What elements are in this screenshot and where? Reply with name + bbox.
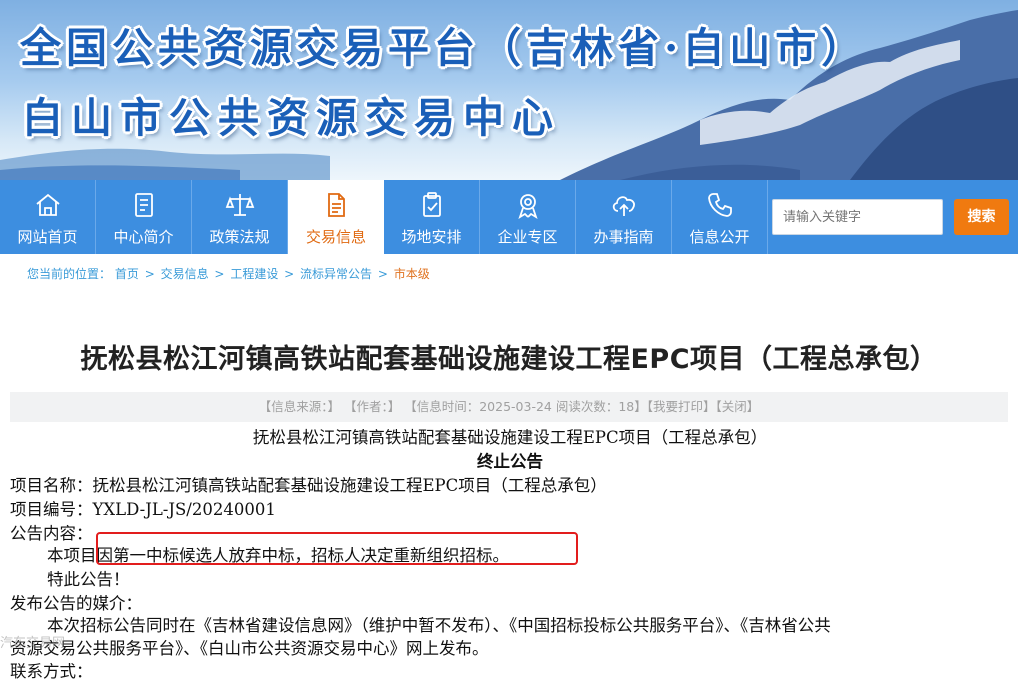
project-name-line: 项目名称：抚松县松江河镇高铁站配套基础设施建设工程EPC项目（工程总承包）: [10, 476, 607, 495]
nav-label: 企业专区: [497, 228, 558, 246]
info-author: 【作者：】: [343, 399, 401, 414]
close-link[interactable]: 【关闭】: [716, 399, 760, 414]
clipboard-check-icon: [423, 192, 441, 217]
nav-item-trade-info[interactable]: 交易信息: [288, 180, 384, 254]
body-heading-notice: 终止公告: [477, 452, 543, 471]
content-label: 公告内容：: [10, 524, 93, 543]
scales-icon: [225, 194, 255, 216]
nav-label: 办事指南: [593, 228, 654, 246]
media-label: 发布公告的媒介：: [10, 594, 142, 613]
breadcrumb-separator: >: [284, 267, 295, 281]
media-text-line2: 资源交易公共服务平台》、《白山市公共资源交易中心》网上发布。: [10, 639, 489, 658]
banner-title-line2: 白山市公共资源交易中心: [22, 94, 561, 142]
nav-label: 信息公开: [689, 228, 750, 246]
print-link[interactable]: 【我要打印】: [647, 399, 716, 414]
info-source: 【信息来源：】: [258, 399, 340, 414]
nav-label: 交易信息: [305, 228, 366, 246]
breadcrumb-prefix: 您当前的位置：: [27, 267, 112, 281]
breadcrumb: 您当前的位置： 首页 > 交易信息 > 工程建设 > 流标异常公告 > 市本级: [27, 265, 430, 282]
breadcrumb-link-engineering[interactable]: 工程建设: [230, 267, 278, 281]
breadcrumb-current[interactable]: 市本级: [394, 267, 430, 281]
nav-item-disclosure[interactable]: 信息公开: [672, 180, 768, 254]
info-time: 【信息时间：2025-03-24 阅读次数：18】: [404, 399, 647, 414]
search-input[interactable]: [772, 199, 943, 235]
nav-label: 政策法规: [209, 228, 270, 246]
home-icon: [36, 193, 60, 216]
article-info-bar: 【信息来源：】 【作者：】 【信息时间：2025-03-24 阅读次数：18】【…: [10, 392, 1008, 422]
nav-item-policy[interactable]: 政策法规: [192, 180, 288, 254]
site-banner: 全国公共资源交易平台（吉林省·白山市） 白山市公共资源交易中心: [0, 0, 1018, 180]
special-notice: 特此公告！: [47, 570, 130, 589]
contact-label: 联系方式：: [10, 662, 93, 681]
nav-label: 网站首页: [17, 228, 78, 246]
breadcrumb-separator: >: [214, 267, 225, 281]
breadcrumb-link-home[interactable]: 首页: [115, 267, 139, 281]
nav-label: 场地安排: [401, 228, 462, 246]
page-title: 抚松县松江河镇高铁站配套基础设施建设工程EPC项目（工程总承包）: [80, 344, 938, 375]
nav-item-about[interactable]: 中心简介: [96, 180, 192, 254]
nav-item-venue[interactable]: 场地安排: [384, 180, 480, 254]
nav-label: 中心简介: [113, 228, 174, 246]
search-button[interactable]: 搜索: [954, 199, 1009, 235]
breadcrumb-link-trade-info[interactable]: 交易信息: [161, 267, 209, 281]
watermark: 汽车交易网: [0, 636, 66, 651]
project-number-line: 项目编号：YXLD-JL-JS/20240001: [10, 500, 276, 519]
nav-item-guide[interactable]: 办事指南: [576, 180, 672, 254]
award-icon: [518, 194, 538, 220]
breadcrumb-link-failed-bid[interactable]: 流标异常公告: [300, 267, 372, 281]
nav-item-enterprise[interactable]: 企业专区: [480, 180, 576, 254]
breadcrumb-separator: >: [144, 267, 155, 281]
breadcrumb-separator: >: [377, 267, 388, 281]
file-text-icon: [328, 193, 345, 217]
document-list-icon: [135, 193, 153, 217]
banner-title-line1: 全国公共资源交易平台（吉林省·白山市）: [20, 24, 868, 72]
cloud-upload-icon: [612, 196, 635, 216]
phone-icon: [708, 193, 732, 217]
body-heading-project: 抚松县松江河镇高铁站配套基础设施建设工程EPC项目（工程总承包）: [252, 428, 768, 447]
media-text-line1: 本次招标公告同时在《吉林省建设信息网》（维护中暂不发布）、《中国招标投标公共服务…: [47, 616, 831, 635]
highlight-annotation-box: [96, 532, 578, 565]
nav-item-home[interactable]: 网站首页: [0, 180, 96, 254]
